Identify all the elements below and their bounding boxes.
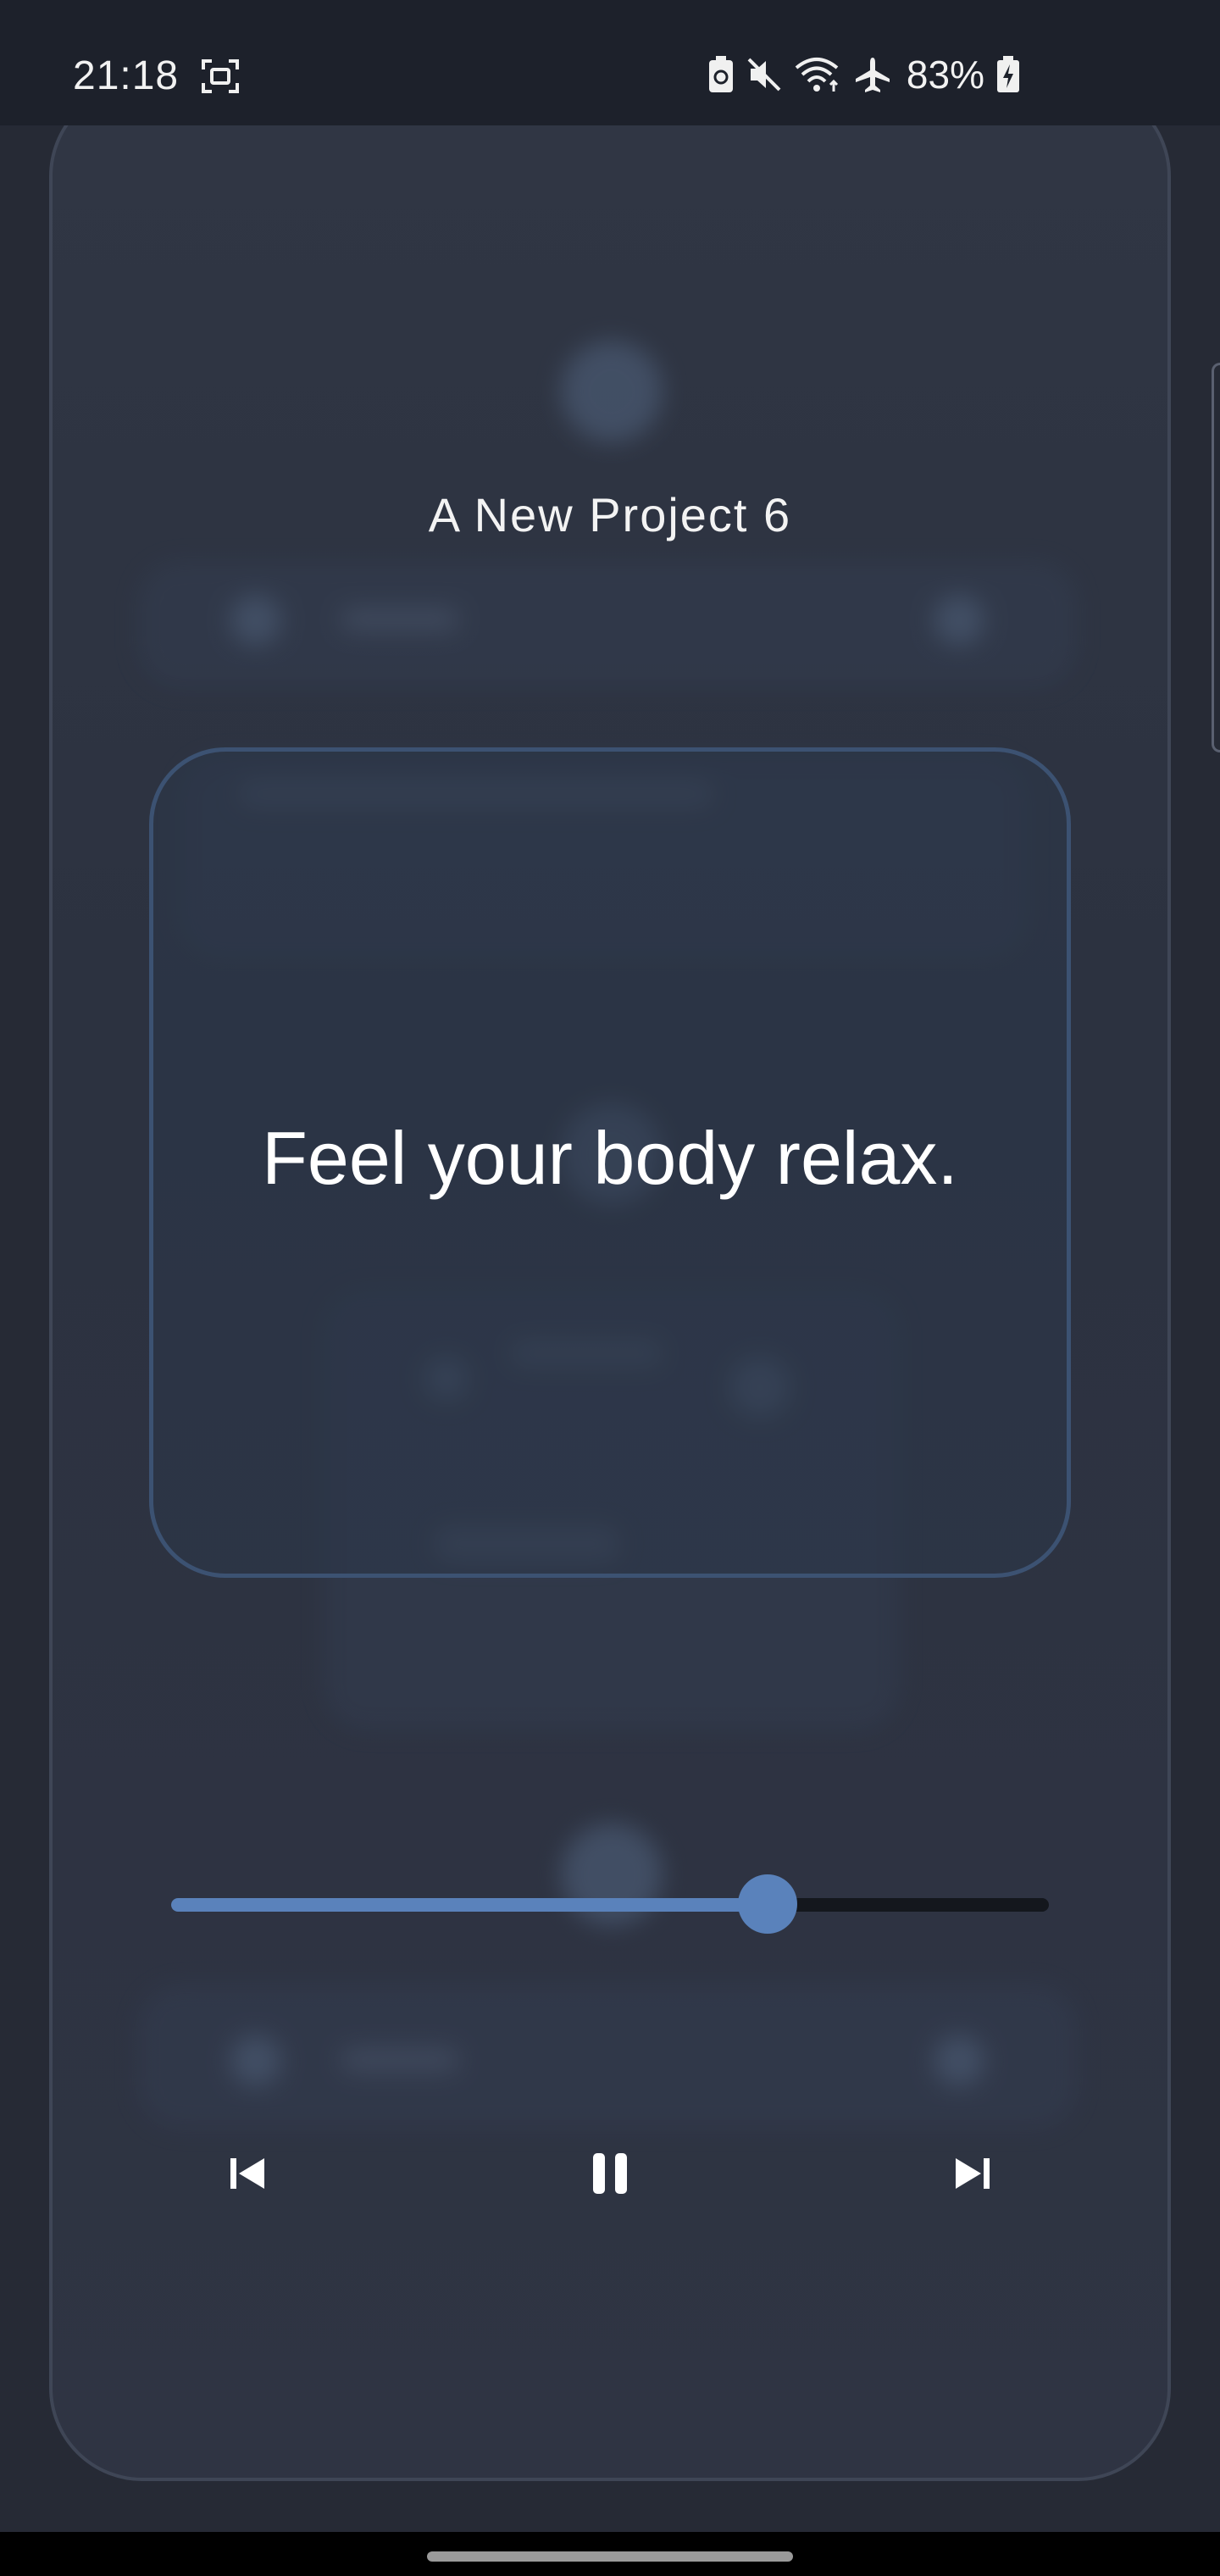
battery-saver-icon (708, 56, 734, 93)
wifi-icon (795, 56, 842, 93)
navigation-bar (0, 2532, 1220, 2576)
battery-percent: 83% (906, 53, 984, 97)
battery-charging-icon (996, 56, 1020, 93)
message-card: Feel your body relax. (149, 747, 1071, 1578)
skip-next-icon (947, 2148, 998, 2199)
project-title: A New Project 6 (428, 488, 792, 541)
status-bar: 21:18 83% (0, 0, 1220, 125)
skip-previous-button[interactable] (222, 2148, 273, 2199)
playback-controls (0, 2148, 1220, 2199)
progress-slider[interactable] (171, 1874, 1049, 1934)
slider-fill (171, 1898, 768, 1912)
slider-thumb[interactable] (738, 1874, 798, 1934)
affirmation-text: Feel your body relax. (262, 1116, 958, 1200)
home-gesture-pill[interactable] (427, 2551, 793, 2562)
status-icons: 83% (708, 49, 1020, 100)
screenshot-icon (202, 59, 239, 97)
status-time: 21:18 (73, 53, 180, 98)
airplane-icon (854, 56, 891, 93)
mute-icon (746, 56, 783, 93)
skip-previous-icon (222, 2148, 273, 2199)
pause-button[interactable] (585, 2148, 635, 2199)
edge-panel-handle[interactable] (1212, 363, 1220, 752)
pause-icon (585, 2148, 635, 2199)
skip-next-button[interactable] (947, 2148, 998, 2199)
